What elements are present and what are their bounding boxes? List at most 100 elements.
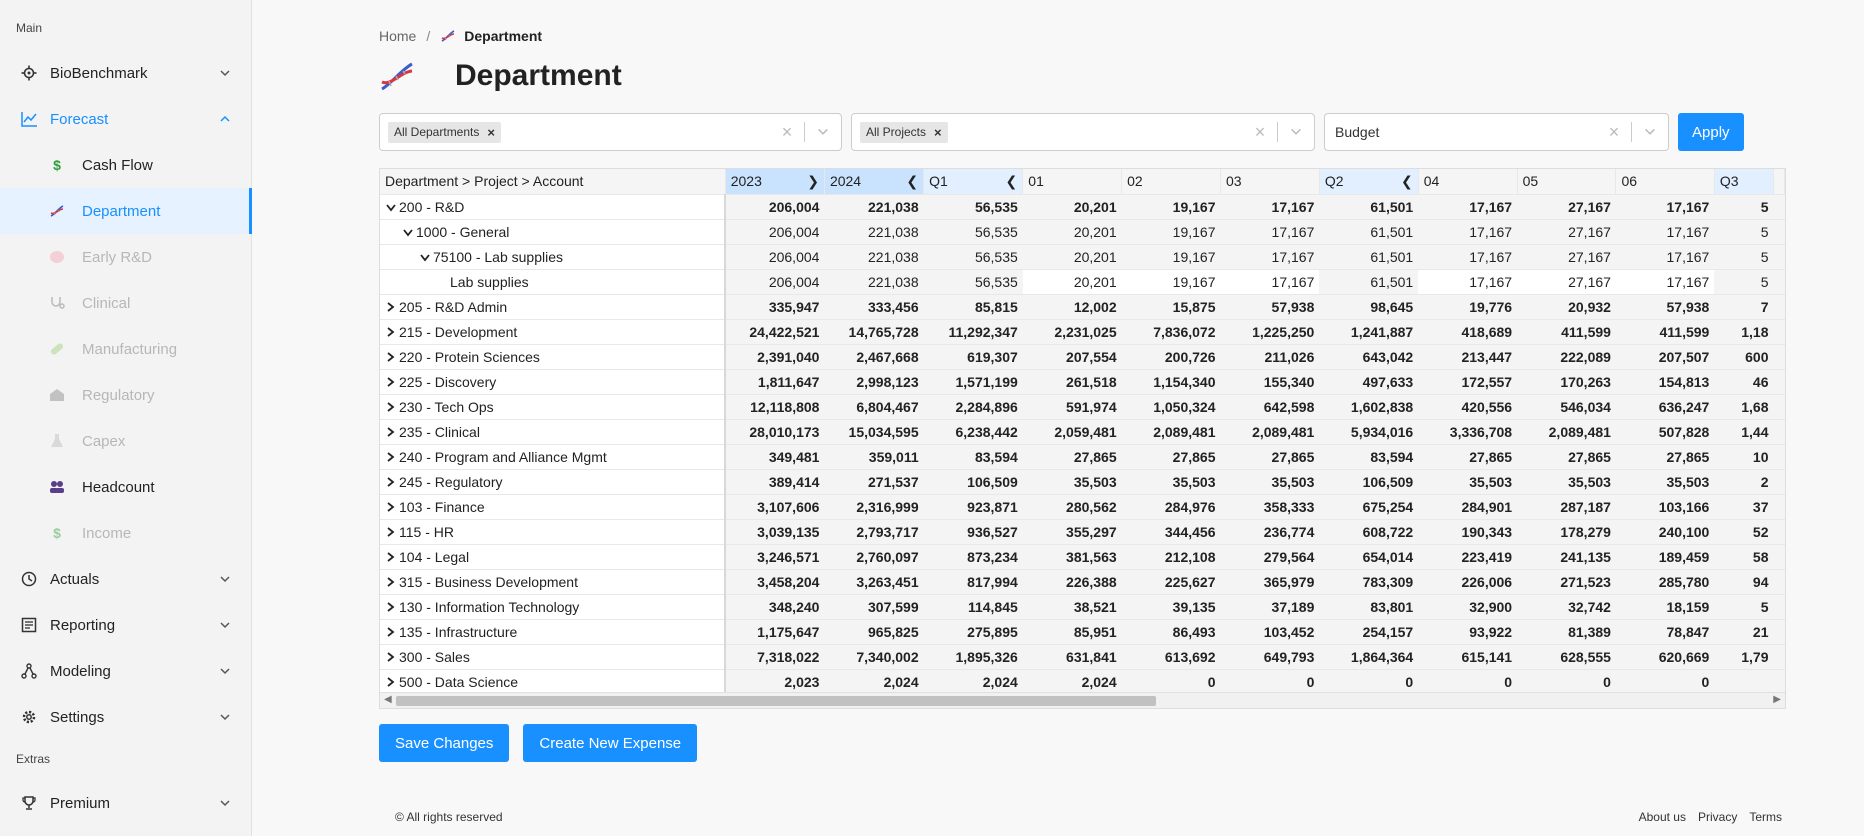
sidebar-item-biobenchmark[interactable]: BioBenchmark <box>0 50 251 96</box>
sidebar-sub-cash-flow[interactable]: $ Cash Flow <box>0 142 251 188</box>
value-cell[interactable]: 206,004 <box>725 269 825 295</box>
expand-row-icon[interactable] <box>385 674 396 690</box>
sidebar-sub-headcount[interactable]: Headcount <box>0 464 251 510</box>
footer-link-terms[interactable]: Terms <box>1749 810 1782 824</box>
sidebar-sub-capex[interactable]: Capex <box>0 418 251 464</box>
table-row[interactable]: 225 - Discovery 1,811,647 2,998,123 1,571,1… <box>380 369 1785 395</box>
column-header[interactable]: 04 <box>1418 169 1518 195</box>
table-row[interactable]: 103 - Finance 3,107,606 2,316,999 923,871 28… <box>380 494 1785 520</box>
table-row[interactable]: 245 - Regulatory 389,414 271,537 106,509 35,… <box>380 469 1785 495</box>
value-cell[interactable]: 19,167 <box>1121 269 1221 295</box>
collapse-row-icon[interactable] <box>402 224 413 240</box>
save-changes-button[interactable]: Save Changes <box>379 724 510 762</box>
table-row[interactable]: 200 - R&D 206,004 221,038 56,535 20,201 19,16… <box>380 194 1785 220</box>
expand-row-icon[interactable] <box>385 499 396 515</box>
expand-row-icon[interactable] <box>385 524 396 540</box>
remove-chip-icon[interactable]: × <box>934 125 942 140</box>
table-row[interactable]: 135 - Infrastructure 1,175,647 965,825 275,… <box>380 619 1785 645</box>
table-row[interactable]: 235 - Clinical 28,010,173 15,034,595 6,238,… <box>380 419 1785 445</box>
table-row[interactable]: Lab supplies 206,004 221,038 56,535 20,201 19… <box>380 269 1785 295</box>
collapse-column-icon[interactable]: ❮ <box>906 173 918 190</box>
table-row[interactable]: 115 - HR 3,039,135 2,793,717 936,527 355,297… <box>380 519 1785 545</box>
table-row[interactable]: 240 - Program and Alliance Mgmt 349,481 35… <box>380 444 1785 470</box>
collapse-column-icon[interactable]: ❮ <box>1006 173 1018 190</box>
expand-row-icon[interactable] <box>385 599 396 615</box>
expand-row-icon[interactable] <box>385 374 396 390</box>
expand-row-icon[interactable] <box>385 424 396 440</box>
footer-link-privacy[interactable]: Privacy <box>1698 810 1737 824</box>
value-cell[interactable]: 221,038 <box>824 269 924 295</box>
chevron-down-icon[interactable] <box>1632 125 1668 139</box>
footer-link-about[interactable]: About us <box>1639 810 1686 824</box>
value-cell[interactable]: 27,167 <box>1517 269 1616 295</box>
column-header[interactable]: 2023 ❯ <box>725 169 825 195</box>
value-cell[interactable]: 20,201 <box>1022 269 1122 295</box>
value-cell[interactable]: 56,535 <box>923 269 1023 295</box>
sidebar-item-premium[interactable]: Premium <box>0 780 251 826</box>
table-row[interactable]: 1000 - General 206,004 221,038 56,535 20,201… <box>380 219 1785 245</box>
sidebar-sub-department[interactable]: Department <box>0 188 252 234</box>
chevron-down-icon[interactable] <box>805 125 841 139</box>
sidebar-item-modeling[interactable]: Modeling <box>0 648 251 694</box>
expand-row-icon[interactable] <box>385 649 396 665</box>
column-header[interactable]: Q1 ❮ <box>923 169 1024 195</box>
sidebar-sub-income[interactable]: $ Income <box>0 510 251 556</box>
collapse-row-icon[interactable] <box>385 199 396 215</box>
expand-row-icon[interactable] <box>385 574 396 590</box>
expand-row-icon[interactable] <box>385 324 396 340</box>
column-header[interactable]: Q2 ❮ <box>1319 169 1419 195</box>
value-cell[interactable]: 17,167 <box>1615 269 1715 295</box>
expand-row-icon[interactable] <box>385 474 396 490</box>
sidebar-item-forecast[interactable]: Forecast <box>0 96 251 142</box>
sidebar-item-actuals[interactable]: Actuals <box>0 556 251 602</box>
expand-row-icon[interactable] <box>385 349 396 365</box>
expand-row-icon[interactable] <box>385 549 396 565</box>
scenario-select[interactable]: Budget × <box>1324 113 1669 151</box>
column-header[interactable]: 05 <box>1517 169 1617 195</box>
expand-row-icon[interactable] <box>385 299 396 315</box>
project-select[interactable]: All Projects × × <box>851 113 1315 151</box>
column-header[interactable]: 2024 ❮ <box>824 169 925 195</box>
expand-row-icon[interactable] <box>385 399 396 415</box>
table-row[interactable]: 205 - R&D Admin 335,947 333,456 85,815 12,00… <box>380 294 1785 320</box>
value-cell[interactable]: 61,501 <box>1319 269 1419 295</box>
scrollbar-thumb[interactable] <box>396 696 1156 706</box>
clear-icon[interactable]: × <box>1597 122 1631 143</box>
table-row[interactable]: 75100 - Lab supplies 206,004 221,038 56,535… <box>380 244 1785 270</box>
scroll-right-icon[interactable]: ▶ <box>1773 694 1781 705</box>
expand-row-icon[interactable] <box>385 624 396 640</box>
sidebar-sub-regulatory[interactable]: Regulatory <box>0 372 251 418</box>
sidebar-item-settings[interactable]: Settings <box>0 694 251 740</box>
clear-icon[interactable]: × <box>1243 122 1277 143</box>
scroll-left-icon[interactable]: ◀ <box>384 694 392 705</box>
table-row[interactable]: 230 - Tech Ops 12,118,808 6,804,467 2,284,8… <box>380 394 1785 420</box>
table-row[interactable]: 215 - Development 24,422,521 14,765,728 11,… <box>380 319 1785 345</box>
department-select[interactable]: All Departments × × <box>379 113 842 151</box>
column-header[interactable]: 01 <box>1022 169 1123 195</box>
clear-icon[interactable]: × <box>770 122 804 143</box>
table-row[interactable]: 104 - Legal 3,246,571 2,760,097 873,234 381,… <box>380 544 1785 570</box>
table-row[interactable]: 300 - Sales 7,318,022 7,340,002 1,895,326 63… <box>380 644 1785 670</box>
sidebar-item-reporting[interactable]: Reporting <box>0 602 251 648</box>
table-row[interactable]: 220 - Protein Sciences 2,391,040 2,467,668… <box>380 344 1785 370</box>
breadcrumb-home[interactable]: Home <box>379 28 416 44</box>
column-header[interactable]: 02 <box>1121 169 1221 195</box>
horizontal-scrollbar[interactable]: ◀ ▶ <box>380 692 1785 708</box>
create-expense-button[interactable]: Create New Expense <box>523 724 698 762</box>
table-row[interactable]: 500 - Data Science 2,023 2,024 2,024 2,024 0 0… <box>380 669 1785 695</box>
apply-button[interactable]: Apply <box>1678 113 1744 151</box>
collapse-row-icon[interactable] <box>419 249 430 265</box>
column-header[interactable]: 06 <box>1615 169 1715 195</box>
value-cell[interactable]: 17,167 <box>1220 269 1320 295</box>
value-cell[interactable]: 5 <box>1714 269 1774 295</box>
column-header[interactable]: Q3 <box>1714 169 1775 195</box>
table-row[interactable]: 130 - Information Technology 348,240 307,5… <box>380 594 1785 620</box>
table-row[interactable]: 315 - Business Development 3,458,204 3,263… <box>380 569 1785 595</box>
value-cell[interactable]: 17,167 <box>1418 269 1518 295</box>
chevron-down-icon[interactable] <box>1278 125 1314 139</box>
sidebar-sub-clinical[interactable]: Clinical <box>0 280 251 326</box>
expand-column-icon[interactable]: ❯ <box>807 173 819 190</box>
collapse-column-icon[interactable]: ❮ <box>1401 173 1413 190</box>
remove-chip-icon[interactable]: × <box>487 125 495 140</box>
sidebar-sub-manufacturing[interactable]: Manufacturing <box>0 326 251 372</box>
